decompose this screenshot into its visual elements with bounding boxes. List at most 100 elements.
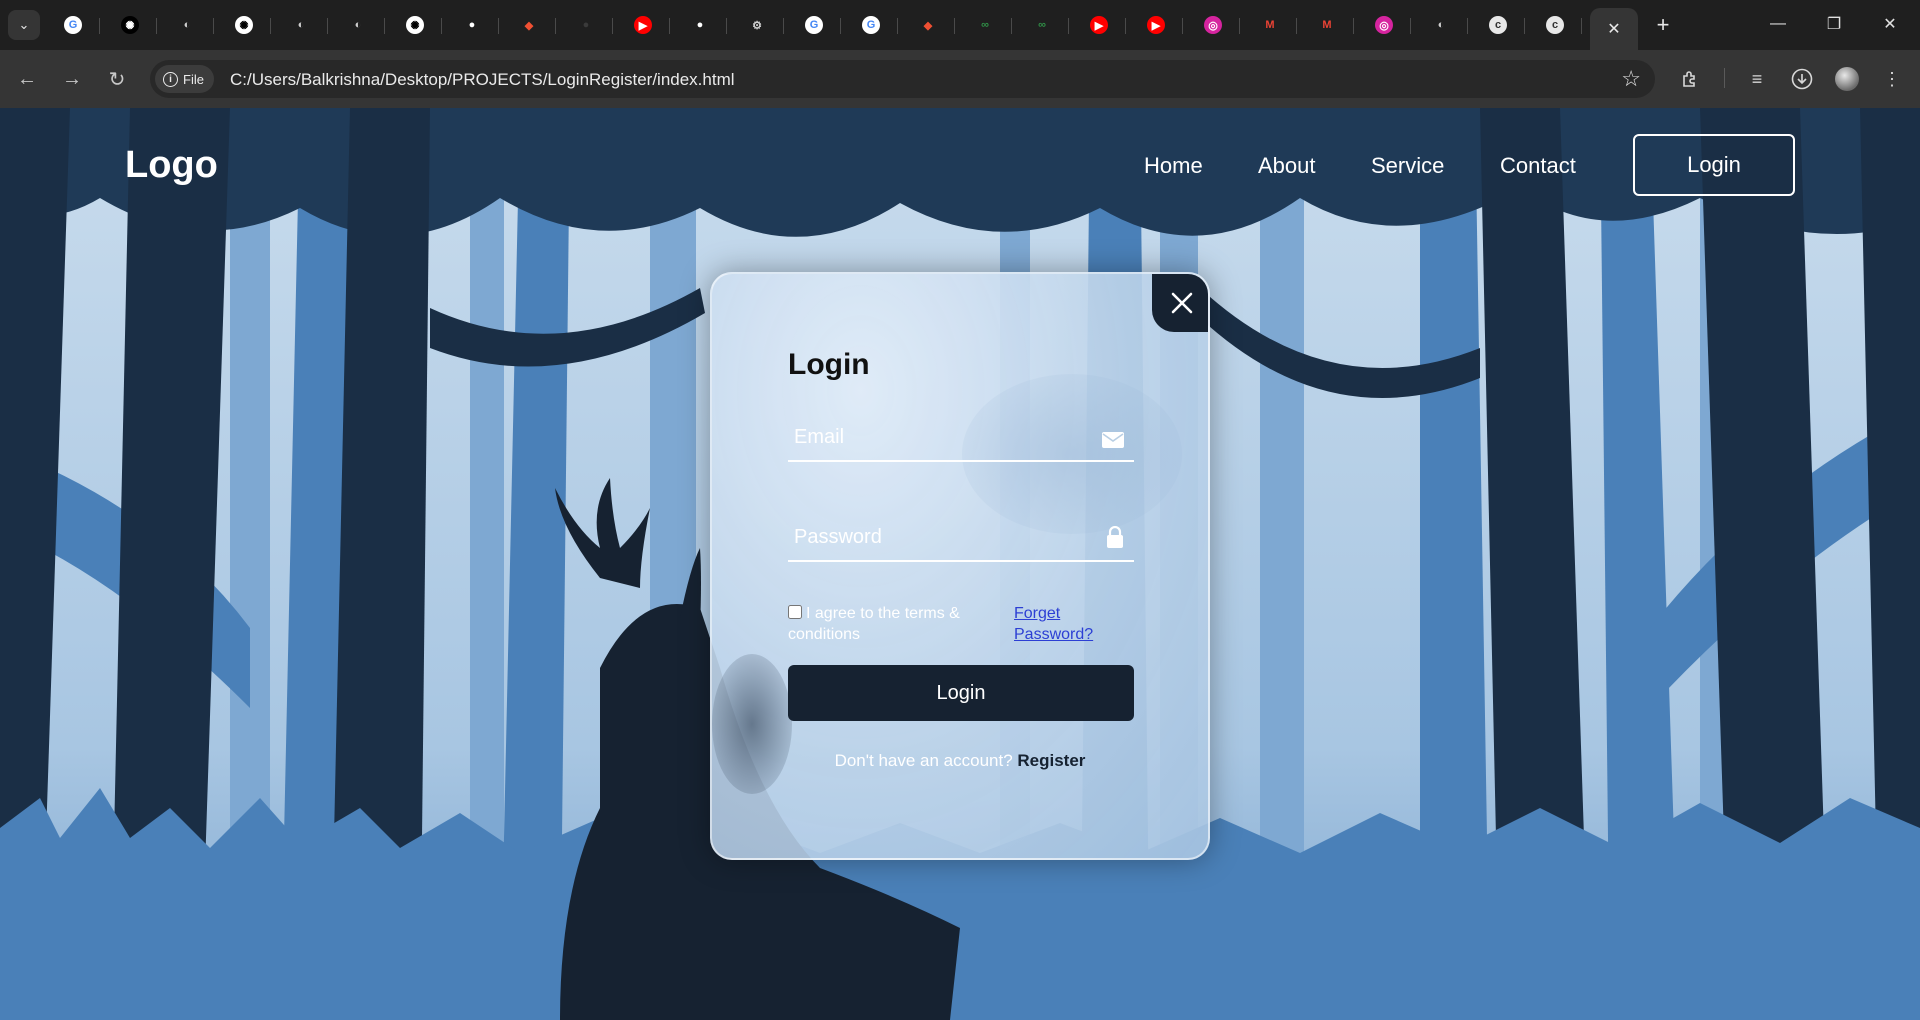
browser-tab[interactable]: ● — [445, 8, 499, 42]
browser-toolbar: ← → ↻ i File C:/Users/Balkrishna/Desktop… — [0, 50, 1920, 108]
git-icon: ◆ — [524, 19, 534, 32]
github-icon: ● — [582, 19, 590, 31]
gmail-icon: M — [1322, 19, 1332, 31]
url-text[interactable]: C:/Users/Balkrishna/Desktop/PROJECTS/Log… — [230, 70, 735, 90]
lock-icon — [1107, 526, 1123, 548]
modal-close-button[interactable] — [1152, 274, 1208, 332]
browser-tab[interactable]: G — [787, 8, 841, 42]
globe-icon: ◐ — [354, 19, 362, 31]
close-icon — [1171, 292, 1193, 314]
site-info-label: File — [183, 71, 204, 87]
google-icon: G — [64, 16, 82, 34]
restore-button[interactable]: ❐ — [1806, 6, 1862, 42]
browser-menu-icon[interactable]: ⋮ — [1878, 65, 1906, 93]
gmail-icon: M — [1265, 19, 1275, 31]
browser-tab[interactable]: ◐ — [331, 8, 385, 42]
browser-tab[interactable]: ✺ — [217, 8, 271, 42]
browser-tab[interactable]: ✺ — [103, 8, 157, 42]
media-control-icon[interactable]: ≡ — [1743, 65, 1771, 93]
youtube-icon: ▶ — [634, 16, 652, 34]
browser-tab[interactable]: ▶ — [616, 8, 670, 42]
browser-tab[interactable]: ◎ — [1357, 8, 1411, 42]
nav-home-link[interactable]: Home — [1144, 153, 1203, 179]
browser-tab[interactable]: ● — [559, 8, 613, 42]
login-submit-button[interactable]: Login — [788, 665, 1134, 721]
youtube-icon: ▶ — [1147, 16, 1165, 34]
terms-checkbox[interactable] — [788, 605, 802, 619]
github-icon: ● — [696, 19, 704, 31]
browser-tab[interactable]: ● — [673, 8, 727, 42]
forget-password-link[interactable]: Forget Password? — [1014, 603, 1124, 645]
reload-icon[interactable]: ↻ — [102, 64, 132, 94]
geeksforgeeks-icon: ∞ — [1038, 19, 1046, 31]
chatgpt-icon: ✺ — [121, 16, 139, 34]
chatgpt-icon: ✺ — [235, 16, 253, 34]
chatgpt-icon: ✺ — [406, 16, 424, 34]
site-info-chip[interactable]: i File — [155, 65, 214, 93]
globe-icon: ◐ — [297, 19, 305, 31]
instagram-icon: ◎ — [1375, 16, 1393, 34]
browser-tab[interactable]: ∞ — [1015, 8, 1069, 42]
google-icon: G — [805, 16, 823, 34]
bookmark-star-icon[interactable]: ☆ — [1621, 66, 1641, 92]
browser-tab[interactable]: ∞ — [958, 8, 1012, 42]
browser-tab[interactable]: ◐ — [274, 8, 328, 42]
browser-tab[interactable]: ▶ — [1072, 8, 1126, 42]
page-viewport: Logo Home About Service Contact Login Lo… — [0, 108, 1920, 1020]
header-login-button[interactable]: Login — [1633, 134, 1795, 196]
password-field — [788, 506, 1134, 562]
terms-text: I agree to the terms & conditions — [788, 605, 960, 643]
browser-tab[interactable]: G — [46, 8, 100, 42]
c-letter-icon: c — [1489, 16, 1507, 34]
geeksforgeeks-icon: ∞ — [981, 19, 989, 31]
browser-tab[interactable]: ◐ — [160, 8, 214, 42]
github-icon: ● — [468, 19, 476, 31]
browser-tab[interactable]: G — [844, 8, 898, 42]
tab-strip: ⌄ G ✺ ◐ ✺ ◐ ◐ ✺ ● ◆ ● ▶ ● ⚙ G G ◆ ∞ ∞ ▶ ▶ ◎ M M ◎ ◐ c c ✕ + — ❐ ✕ — [0, 0, 1920, 50]
browser-tab[interactable]: M — [1300, 8, 1354, 42]
active-tab[interactable]: ✕ — [1590, 8, 1638, 50]
new-tab-button[interactable]: + — [1650, 12, 1676, 38]
password-input[interactable] — [788, 520, 1088, 554]
google-lens-icon: G — [862, 16, 880, 34]
mail-icon — [1102, 432, 1124, 448]
nav-service-link[interactable]: Service — [1371, 153, 1444, 179]
email-input[interactable] — [788, 420, 1088, 454]
browser-tab[interactable]: ⚙ — [730, 8, 784, 42]
register-prompt: Don't have an account? Register — [712, 751, 1208, 771]
browser-tab[interactable]: ◎ — [1186, 8, 1240, 42]
git-icon: ◆ — [923, 19, 933, 32]
browser-tab[interactable]: ✺ — [388, 8, 442, 42]
back-arrow-icon[interactable]: ← — [12, 64, 42, 94]
browser-tab[interactable]: ▶ — [1129, 8, 1183, 42]
site-logo[interactable]: Logo — [125, 144, 218, 187]
instagram-icon: ◎ — [1204, 16, 1222, 34]
minimize-button[interactable]: — — [1750, 6, 1806, 42]
forward-arrow-icon[interactable]: → — [57, 64, 87, 94]
terms-label[interactable]: I agree to the terms & conditions — [788, 603, 998, 645]
profile-avatar[interactable] — [1833, 65, 1861, 93]
info-icon: i — [163, 71, 178, 87]
extensions-icon[interactable] — [1676, 65, 1704, 93]
login-form-title: Login — [788, 348, 870, 381]
no-account-text: Don't have an account? — [834, 751, 1013, 770]
browser-tab[interactable]: ◆ — [502, 8, 556, 42]
tab-close-icon[interactable]: ✕ — [1607, 19, 1620, 39]
browser-tab[interactable]: c — [1471, 8, 1525, 42]
download-icon[interactable] — [1788, 65, 1816, 93]
browser-tab[interactable]: M — [1243, 8, 1297, 42]
address-bar[interactable]: i File C:/Users/Balkrishna/Desktop/PROJE… — [150, 60, 1655, 98]
tab-search-chevron-icon[interactable]: ⌄ — [8, 10, 40, 40]
nav-about-link[interactable]: About — [1258, 153, 1316, 179]
browser-tab[interactable]: ◐ — [1414, 8, 1468, 42]
browser-tab[interactable]: ◆ — [901, 8, 955, 42]
window-close-button[interactable]: ✕ — [1862, 6, 1918, 42]
browser-tab[interactable]: c — [1528, 8, 1582, 42]
email-field — [788, 406, 1134, 462]
nav-contact-link[interactable]: Contact — [1500, 153, 1576, 179]
c-letter-icon: c — [1546, 16, 1564, 34]
login-modal: Login I agree to the terms & conditions … — [710, 272, 1210, 860]
register-link[interactable]: Register — [1017, 751, 1085, 770]
globe-icon: ◐ — [1437, 19, 1445, 31]
settings-icon: ⚙ — [752, 19, 762, 32]
